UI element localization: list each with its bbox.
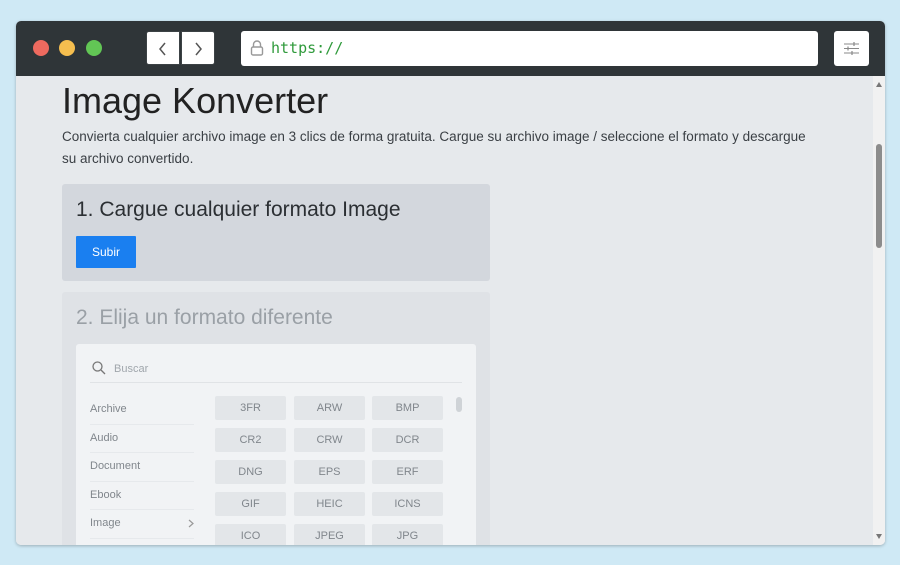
upload-card-heading: 1. Cargue cualquier formato Image [76,198,401,221]
scroll-up-icon[interactable] [876,82,882,87]
format-option[interactable]: CRW [294,428,365,452]
page-title: Image Konverter [62,80,329,121]
category-label: Ebook [90,488,122,501]
format-search-input[interactable]: Buscar [90,356,462,383]
format-card-heading: 2. Elija un formato diferente [76,306,333,329]
minimize-window-button[interactable] [59,40,75,56]
category-item-image[interactable]: Image [90,510,194,539]
chevron-left-icon [159,42,166,56]
format-option[interactable]: ERF [372,460,443,484]
format-option[interactable]: JPG [372,524,443,545]
chevron-right-icon [195,42,202,56]
category-label: Audio [90,431,119,444]
format-option[interactable]: HEIC [294,492,365,516]
format-option[interactable]: CR2 [215,428,286,452]
scrollbar-thumb[interactable] [876,144,882,248]
format-option[interactable]: BMP [372,396,443,420]
category-label: Archive [90,403,127,415]
settings-button[interactable] [834,31,869,66]
close-window-button[interactable] [33,40,49,56]
browser-window: https:// Image Konverter Convierta cualq… [16,21,885,545]
chevron-right-icon [188,519,194,528]
search-placeholder: Buscar [114,363,149,375]
format-option[interactable]: ARW [294,396,365,420]
format-list-scrollbar[interactable] [456,397,462,412]
category-item-ebook[interactable]: Ebook [90,482,194,510]
maximize-window-button[interactable] [86,40,102,56]
format-option[interactable]: GIF [215,492,286,516]
category-label: Document [90,460,141,472]
url-text: https:// [271,39,344,57]
lock-icon [250,40,264,56]
sliders-icon [844,42,859,55]
page-viewport: Image Konverter Convierta cualquier arch… [16,76,885,545]
back-button[interactable] [146,31,180,65]
format-option[interactable]: EPS [294,460,365,484]
forward-button[interactable] [181,31,215,65]
format-picker: Buscar Archive Audio Document Ebook Imag… [76,344,476,545]
scroll-down-icon[interactable] [876,534,882,539]
format-option[interactable]: DCR [372,428,443,452]
upload-button[interactable]: Subir [76,236,136,268]
category-item-document[interactable]: Document [90,453,194,482]
format-card: 2. Elija un formato diferente Buscar Arc… [62,292,490,545]
format-option[interactable]: ICO [215,524,286,545]
format-option[interactable]: JPEG [294,524,365,545]
category-item-archive[interactable]: Archive [90,396,194,425]
category-label: Image [90,517,121,529]
format-option[interactable]: ICNS [372,492,443,516]
page-scrollbar[interactable] [873,76,885,545]
format-option[interactable]: DNG [215,460,286,484]
upload-card: 1. Cargue cualquier formato Image Subir [62,184,490,281]
category-item-audio[interactable]: Audio [90,425,194,453]
address-bar[interactable]: https:// [241,31,818,66]
browser-titlebar: https:// [16,21,885,76]
format-option[interactable]: 3FR [215,396,286,420]
page-description: Convierta cualquier archivo image en 3 c… [62,129,806,166]
category-list: Archive Audio Document Ebook Image [90,396,194,539]
search-icon [92,361,106,375]
